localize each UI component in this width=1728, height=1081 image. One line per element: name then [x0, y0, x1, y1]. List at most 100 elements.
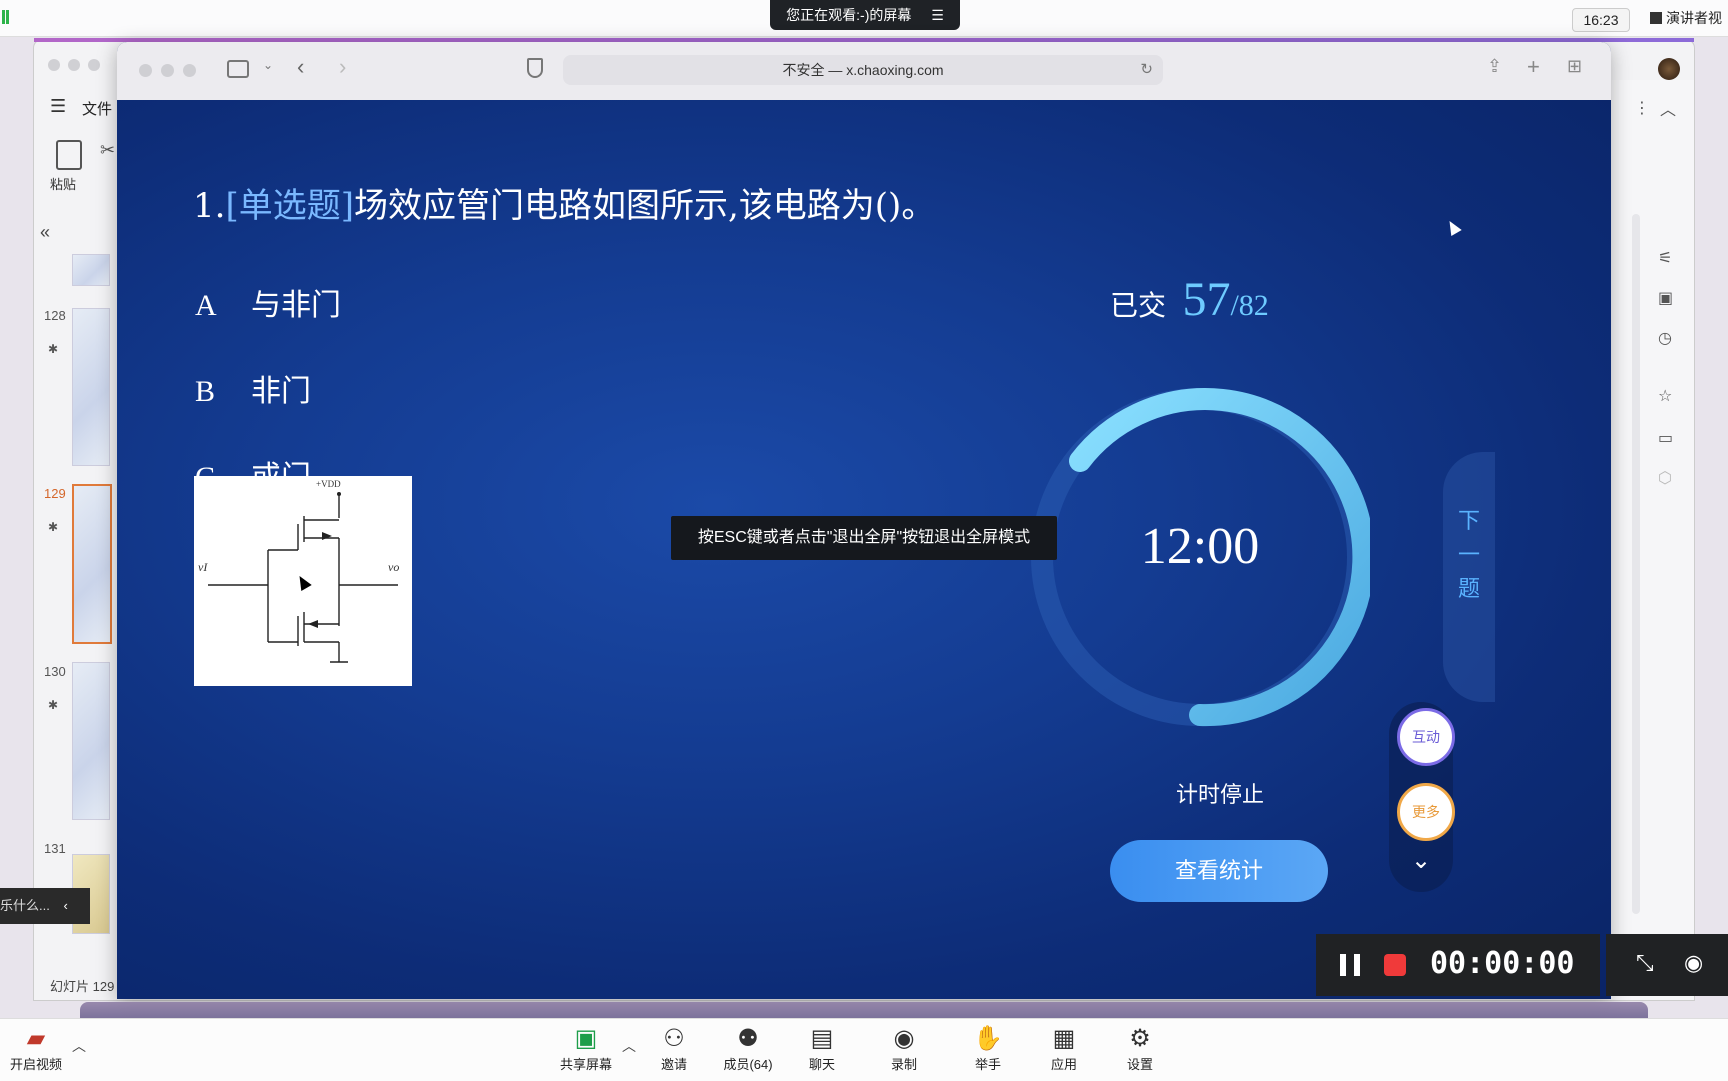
share-icon[interactable]: ⇪: [1487, 56, 1502, 77]
more-options-icon[interactable]: ⋮: [1634, 98, 1650, 118]
more-button[interactable]: 更多: [1397, 783, 1455, 841]
slide-counter: 幻灯片 129: [50, 979, 115, 994]
exit-fullscreen-icon[interactable]: ⤡: [1636, 950, 1654, 976]
cube-icon[interactable]: ⬡: [1658, 468, 1672, 488]
paste-icon[interactable]: [56, 140, 82, 170]
camera-icon[interactable]: ◉: [1684, 950, 1703, 976]
next-char: 一: [1457, 542, 1480, 567]
chat-button[interactable]: ▤ 聊天: [790, 1024, 854, 1073]
vo-label: vo: [388, 560, 399, 574]
star-icon: ✱: [48, 520, 59, 534]
members-icon: ⚉: [737, 1025, 759, 1052]
hamburger-menu-icon[interactable]: ☰: [50, 96, 66, 117]
members-label: 成员(64): [723, 1057, 773, 1072]
signal-icon: [2, 10, 12, 24]
record-icon: ◉: [893, 1025, 915, 1052]
vi-label: vI: [198, 560, 208, 574]
invite-icon: ⚇: [663, 1025, 685, 1052]
chevron-up-icon[interactable]: ︿: [622, 1036, 636, 1056]
clock: 16:23: [1572, 8, 1630, 32]
speaker-view-button[interactable]: 演讲者视: [1650, 8, 1722, 28]
view-stats-button[interactable]: 查看统计: [1110, 840, 1328, 902]
chevron-up-icon[interactable]: ︿: [72, 1036, 86, 1056]
chevron-down-icon[interactable]: ⌄: [1411, 846, 1431, 875]
invite-button[interactable]: ⚇ 邀请: [642, 1024, 706, 1073]
chevron-down-icon[interactable]: ⌄: [263, 58, 273, 72]
meeting-toolbar: [0, 1018, 1728, 1081]
chevron-left-icon[interactable]: ‹: [63, 898, 67, 913]
scissors-icon[interactable]: ✂: [100, 140, 115, 161]
image-edit-icon[interactable]: ▣: [1658, 288, 1673, 308]
members-button[interactable]: ⚉ 成员(64): [716, 1024, 780, 1073]
minimize-window-button[interactable]: [161, 64, 174, 77]
forward-icon[interactable]: ›: [339, 54, 346, 80]
recording-timer: 00:00:00: [1430, 946, 1575, 981]
pin-icon[interactable]: ☆: [1658, 386, 1672, 406]
reload-icon[interactable]: ↻: [1140, 55, 1153, 85]
scrollbar[interactable]: [1632, 214, 1640, 914]
slide-number: 130: [44, 664, 66, 679]
fullscreen-toast: 按ESC键或者点击"退出全屏"按钮退出全屏模式: [671, 516, 1057, 560]
url-text: 不安全 — x.chaoxing.com: [782, 62, 944, 78]
pause-recording-icon[interactable]: [1340, 954, 1360, 976]
screen-share-banner[interactable]: 您正在观看:-)的屏幕 ☰: [770, 0, 960, 30]
ppt-right-sidebar: [1611, 80, 1694, 1000]
submission-count: 已交 57/82: [1110, 272, 1269, 327]
interact-button[interactable]: 互动: [1397, 708, 1455, 766]
gear-icon: ⚙: [1129, 1025, 1151, 1052]
option-text: 与非门: [251, 288, 341, 323]
next-char: 下: [1457, 508, 1480, 533]
record-button[interactable]: ◉ 录制: [872, 1024, 936, 1073]
chip-label: 乐什么...: [0, 898, 50, 913]
browser-window: ⌄ ‹ › 不安全 — x.chaoxing.com ↻ ⇪ + ⊞ 1.[单选…: [117, 42, 1611, 999]
slide-thumbnail[interactable]: [72, 662, 110, 820]
video-label: 开启视频: [9, 1057, 62, 1072]
new-tab-icon[interactable]: +: [1527, 54, 1540, 80]
history-icon[interactable]: ◷: [1658, 328, 1672, 348]
timer-status: 计时停止: [1175, 782, 1264, 807]
stop-recording-icon[interactable]: [1384, 954, 1406, 976]
slide-thumbnail-selected[interactable]: [72, 484, 112, 644]
comment-icon[interactable]: ▭: [1658, 428, 1673, 448]
share-banner-text: 您正在观看:-)的屏幕: [786, 7, 912, 23]
user-avatar[interactable]: [1658, 58, 1680, 80]
chat-icon: ▤: [810, 1025, 834, 1052]
star-icon: ✱: [48, 342, 59, 356]
share-screen-button[interactable]: ▣ 共享屏幕: [554, 1024, 618, 1073]
speaker-view-label: 演讲者视: [1666, 10, 1722, 26]
shield-icon[interactable]: [527, 58, 543, 78]
menu-file[interactable]: 文件: [82, 98, 112, 119]
start-video-button[interactable]: ▰ 开启视频: [4, 1024, 68, 1073]
address-bar[interactable]: 不安全 — x.chaoxing.com ↻: [563, 55, 1163, 85]
slide-number: 131: [44, 841, 66, 856]
paste-label[interactable]: 粘贴: [50, 174, 76, 193]
collapse-panel-icon[interactable]: «: [40, 222, 50, 243]
slide-thumbnail[interactable]: [72, 308, 110, 466]
grid-icon: [1650, 12, 1662, 24]
video-off-icon: ▰: [26, 1025, 46, 1052]
mouse-cursor-icon: [1444, 217, 1462, 237]
back-icon[interactable]: ‹: [297, 54, 304, 80]
hidden-panel-chip[interactable]: 乐什么... ‹: [0, 888, 90, 924]
slide-thumbnail[interactable]: [72, 254, 110, 286]
option-b[interactable]: B 非门: [195, 366, 311, 410]
submitted-count: 57: [1182, 273, 1231, 326]
sliders-icon[interactable]: ⚟: [1658, 248, 1672, 268]
question-title: 1.[单选题]场效应管门电路如图所示,该电路为()。: [193, 178, 935, 227]
next-question-tab[interactable]: 下 一 题: [1443, 452, 1495, 702]
menu-icon[interactable]: ☰: [931, 7, 944, 23]
settings-button[interactable]: ⚙ 设置: [1108, 1024, 1172, 1073]
apps-button[interactable]: ▦ 应用: [1032, 1024, 1096, 1073]
apps-icon: ▦: [1052, 1025, 1076, 1052]
sidebar-toggle-icon[interactable]: [227, 60, 249, 78]
ppt-traffic-lights: [48, 58, 100, 76]
zoom-window-button[interactable]: [183, 64, 196, 77]
recording-panel: 00:00:00: [1316, 934, 1600, 996]
option-a[interactable]: A 与非门: [195, 280, 341, 324]
tab-overview-icon[interactable]: ⊞: [1567, 56, 1582, 77]
raise-hand-button[interactable]: ✋ 举手: [956, 1024, 1020, 1073]
close-window-button[interactable]: [139, 64, 152, 77]
chat-label: 聊天: [808, 1057, 835, 1072]
settings-label: 设置: [1126, 1057, 1153, 1072]
chevron-up-icon[interactable]: ︿: [1660, 96, 1676, 120]
